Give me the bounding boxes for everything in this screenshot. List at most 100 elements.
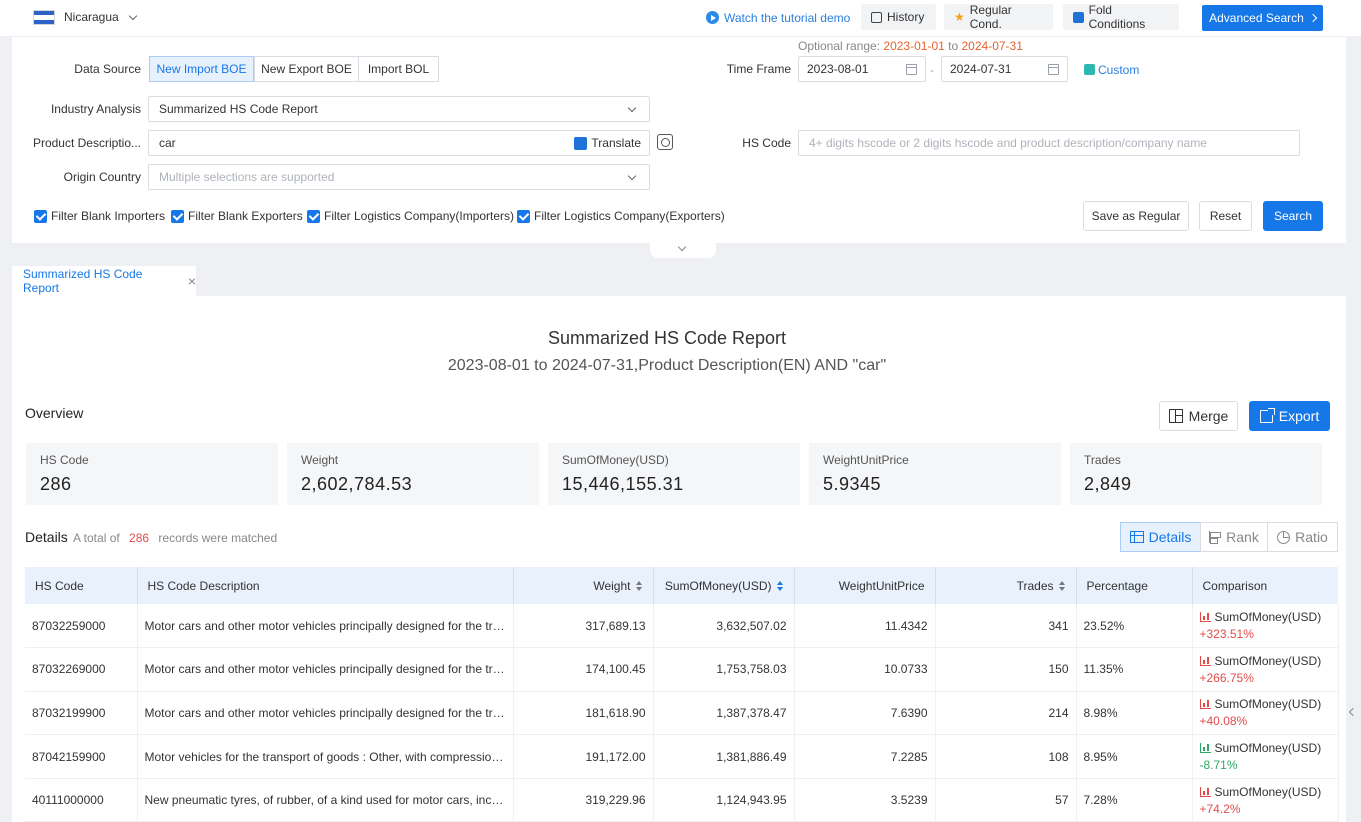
cell-hs-code[interactable]: 40111000000 [25, 778, 138, 822]
card-title: WeightUnitPrice [823, 453, 909, 467]
table-row[interactable]: 87032269000 Motor cars and other motor v… [25, 647, 1339, 692]
sort-icon[interactable] [1058, 581, 1066, 592]
cell-comparison[interactable]: SumOfMoney(USD) -8.71% [1192, 734, 1339, 779]
col-header-weight[interactable]: Weight [513, 567, 654, 604]
chevron-down-icon [677, 242, 687, 252]
optional-range-start: 2023-01-01 [883, 39, 945, 53]
source-import-bol[interactable]: Import BOL [358, 56, 439, 82]
col-header-sum-of-money[interactable]: SumOfMoney(USD) [653, 567, 795, 604]
date-to-value: 2024-07-31 [950, 62, 1012, 76]
cell-weight-unit-price: 3.5239 [794, 778, 936, 822]
industry-analysis-label: Industry Analysis [50, 102, 141, 116]
filter-blank-exporters[interactable]: Filter Blank Exporters [171, 209, 303, 223]
translate-button[interactable]: Translate [574, 136, 641, 150]
country-selector[interactable]: Nicaragua [64, 10, 138, 24]
top-bar: Nicaragua Watch the tutorial demo Histor… [0, 0, 1361, 36]
product-description-value: car [159, 136, 176, 150]
collapse-panel-toggle[interactable] [650, 242, 716, 258]
cell-weight-unit-price: 10.0733 [794, 647, 936, 692]
cell-percentage: 8.98% [1076, 691, 1193, 736]
view-tab-label: Ratio [1295, 529, 1328, 545]
hs-code-input[interactable]: 4+ digits hscode or 2 digits hscode and … [798, 130, 1300, 156]
trend-up-icon [1199, 699, 1211, 710]
product-description-input[interactable]: car Translate [148, 130, 650, 156]
checkbox-checked-icon[interactable] [517, 209, 530, 223]
cell-description: Motor cars and other motor vehicles prin… [137, 604, 514, 649]
regular-cond-button[interactable]: ★ Regular Cond. [944, 3, 1053, 31]
comparison-label: SumOfMoney(USD) [1199, 785, 1331, 799]
nicaragua-flag-icon[interactable] [33, 10, 55, 25]
keyword-helper-icon[interactable] [657, 134, 673, 150]
origin-country-select[interactable]: Multiple selections are supported [148, 164, 650, 190]
col-header-hs-code[interactable]: HS Code [25, 567, 138, 604]
view-tab-rank[interactable]: Rank [1200, 522, 1268, 552]
cell-comparison[interactable]: SumOfMoney(USD) +40.08% [1192, 691, 1339, 736]
col-header-percentage[interactable]: Percentage [1076, 567, 1193, 604]
cell-comparison[interactable]: SumOfMoney(USD) +266.75% [1192, 647, 1339, 692]
checkbox-checked-icon[interactable] [171, 209, 184, 223]
history-button[interactable]: History [861, 4, 936, 30]
close-icon[interactable]: × [188, 273, 196, 289]
cell-trades: 108 [935, 734, 1077, 779]
cell-weight: 174,100.45 [513, 647, 654, 692]
date-to-input[interactable]: 2024-07-31 [941, 56, 1068, 82]
col-header-comparison[interactable]: Comparison [1192, 567, 1338, 604]
sort-icon[interactable] [635, 581, 643, 592]
filter-logistics-exporters[interactable]: Filter Logistics Company(Exporters) [517, 209, 725, 223]
table-row[interactable]: 87032199900 Motor cars and other motor v… [25, 691, 1339, 736]
filter-logistics-importers[interactable]: Filter Logistics Company(Importers) [307, 209, 514, 223]
custom-icon[interactable] [1084, 64, 1095, 75]
cell-hs-code[interactable]: 87032269000 [25, 647, 138, 692]
report-subtitle: 2023-08-01 to 2024-07-31,Product Descrip… [447, 357, 887, 374]
table-row[interactable]: 87042159900 Motor vehicles for the trans… [25, 734, 1339, 779]
side-panel-toggle[interactable] [1346, 700, 1361, 726]
history-icon [871, 11, 882, 23]
col-header-trades[interactable]: Trades [935, 567, 1077, 604]
source-new-export-boe[interactable]: New Export BOE [254, 56, 359, 82]
col-header-description[interactable]: HS Code Description [137, 567, 514, 604]
optional-range-prefix: Optional range: [798, 39, 881, 53]
filter-blank-importers[interactable]: Filter Blank Importers [34, 209, 165, 223]
table-row[interactable]: 40111000000 New pneumatic tyres, of rubb… [25, 778, 1339, 822]
pie-chart-icon [1277, 530, 1291, 544]
cell-hs-code[interactable]: 87032199900 [25, 691, 138, 736]
cell-comparison[interactable]: SumOfMoney(USD) +74.2% [1192, 778, 1339, 822]
reset-button[interactable]: Reset [1199, 201, 1252, 231]
overview-card-sum-of-money: SumOfMoney(USD) 15,446,155.31 [548, 443, 800, 505]
search-button[interactable]: Search [1263, 201, 1323, 231]
source-new-import-boe[interactable]: New Import BOE [149, 56, 254, 82]
merge-label: Merge [1188, 408, 1229, 424]
cell-comparison[interactable]: SumOfMoney(USD) +323.51% [1192, 604, 1339, 649]
hs-code-label: HS Code [742, 136, 791, 150]
tutorial-link[interactable]: Watch the tutorial demo [724, 11, 850, 25]
save-as-regular-button[interactable]: Save as Regular [1083, 201, 1189, 231]
cell-sum-of-money: 1,387,378.47 [653, 691, 795, 736]
table-row[interactable]: 87032259000 Motor cars and other motor v… [25, 604, 1339, 649]
star-icon: ★ [954, 10, 965, 24]
cell-hs-code[interactable]: 87032259000 [25, 604, 138, 649]
fold-conditions-button[interactable]: Fold Conditions [1063, 3, 1179, 31]
checkbox-checked-icon[interactable] [34, 209, 47, 223]
export-button[interactable]: Export [1249, 401, 1330, 431]
card-value: 5.9345 [823, 474, 882, 494]
play-icon[interactable] [706, 11, 719, 24]
cell-sum-of-money: 1,124,943.95 [653, 778, 795, 822]
comparison-label: SumOfMoney(USD) [1199, 697, 1331, 712]
timeframe-label: Time Frame [726, 62, 791, 76]
tab-summarized-hs-code-report[interactable]: Summarized HS Code Report × [12, 266, 196, 296]
custom-link[interactable]: Custom [1098, 63, 1139, 77]
view-tab-details[interactable]: Details [1120, 522, 1201, 552]
col-header-weight-unit-price[interactable]: WeightUnitPrice [794, 567, 936, 604]
comparison-metric: SumOfMoney(USD) [1214, 697, 1322, 712]
comparison-value: +74.2% [1199, 801, 1241, 816]
merge-button[interactable]: Merge [1159, 401, 1238, 431]
sort-icon[interactable] [776, 581, 784, 592]
advanced-search-button[interactable]: Advanced Search [1202, 5, 1323, 31]
date-from-input[interactable]: 2023-08-01 [798, 56, 926, 82]
view-tab-ratio[interactable]: Ratio [1267, 522, 1338, 552]
cell-weight: 317,689.13 [513, 604, 654, 649]
fold-label: Fold Conditions [1088, 3, 1146, 31]
cell-hs-code[interactable]: 87042159900 [25, 734, 138, 779]
industry-analysis-select[interactable]: Summarized HS Code Report [148, 96, 650, 122]
checkbox-checked-icon[interactable] [307, 209, 320, 223]
